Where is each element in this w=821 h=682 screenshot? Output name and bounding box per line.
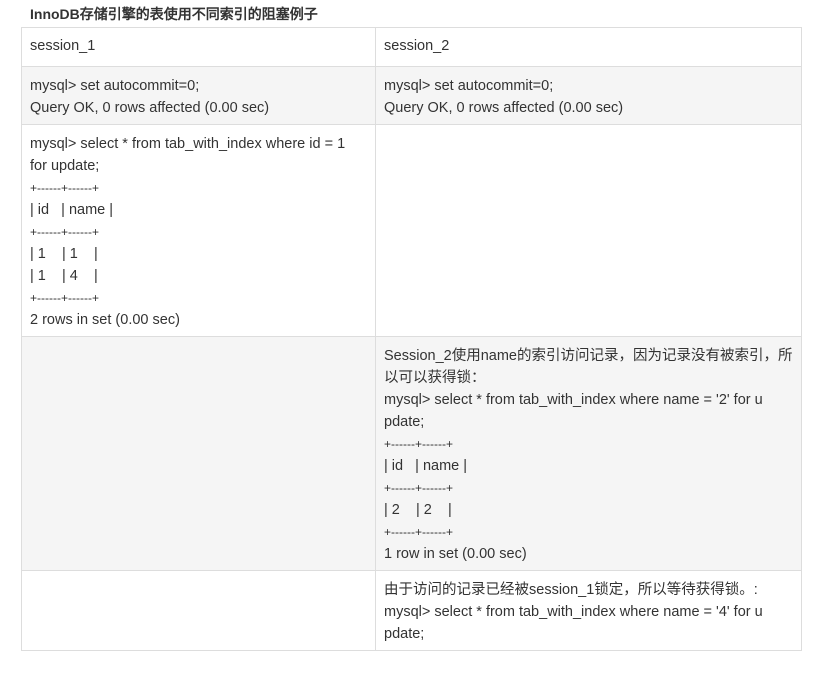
cell-line: | id | name | bbox=[384, 458, 468, 474]
cell-line: +------+------+ bbox=[384, 481, 453, 495]
cell-line: 由于访问的记录已经被session_1锁定，所以等待获得锁。: bbox=[384, 582, 758, 598]
table-cell-session-2 bbox=[375, 124, 802, 337]
cell-line: | 1 | 1 | bbox=[30, 246, 98, 262]
cell-line: Query OK, 0 rows affected (0.00 sec) bbox=[30, 100, 270, 116]
cell-line: mysql> select * from tab_with_index wher… bbox=[384, 392, 763, 408]
cell-line: pdate; bbox=[384, 414, 425, 430]
cell-line: for update; bbox=[30, 158, 100, 174]
table-header-row: session_1 session_2 bbox=[21, 27, 802, 67]
cell-line: +------+------+ bbox=[30, 225, 99, 239]
cell-line: mysql> select * from tab_with_index wher… bbox=[30, 136, 346, 152]
cell-line: 1 row in set (0.00 sec) bbox=[384, 546, 527, 562]
cell-line: +------+------+ bbox=[384, 437, 453, 451]
cell-line: | id | name | bbox=[30, 202, 114, 218]
cell-line: | 1 | 4 | bbox=[30, 268, 98, 284]
table-cell-session-2: mysql> set autocommit=0; Query OK, 0 rows… bbox=[375, 66, 802, 125]
table-row: mysql> select * from tab_with_index wher… bbox=[21, 124, 802, 337]
cell-line: +------+------+ bbox=[384, 525, 453, 539]
table-row: mysql> set autocommit=0; Query OK, 0 rows… bbox=[21, 66, 802, 125]
table-caption: InnoDB存储引擎的表使用不同索引的阻塞例子 bbox=[30, 6, 318, 22]
cell-line: 2 rows in set (0.00 sec) bbox=[30, 312, 180, 328]
cell-line: +------+------+ bbox=[30, 291, 99, 305]
cell-line: mysql> set autocommit=0; bbox=[384, 78, 554, 94]
header-session-1: session_1 bbox=[21, 27, 376, 67]
cell-line: 以可以获得锁： bbox=[384, 370, 486, 386]
cell-line: pdate; bbox=[384, 626, 425, 642]
cell-line: mysql> set autocommit=0; bbox=[30, 78, 200, 94]
cell-line: Query OK, 0 rows affected (0.00 sec) bbox=[384, 100, 624, 116]
table-cell-session-1 bbox=[21, 570, 376, 651]
session-comparison-table: session_1 session_2 mysql> set autocommi… bbox=[21, 27, 802, 651]
table-cell-session-2: 由于访问的记录已经被session_1锁定，所以等待获得锁。: mysql> se… bbox=[375, 570, 802, 651]
cell-line: Session_2使用name的索引访问记录，因为记录没有被索引，所 bbox=[384, 348, 793, 364]
cell-line: +------+------+ bbox=[30, 181, 99, 195]
table-cell-session-1: mysql> select * from tab_with_index wher… bbox=[21, 124, 376, 337]
table-cell-session-1 bbox=[21, 336, 376, 571]
table-row: 由于访问的记录已经被session_1锁定，所以等待获得锁。: mysql> se… bbox=[21, 570, 802, 651]
table-cell-session-1: mysql> set autocommit=0; Query OK, 0 rows… bbox=[21, 66, 376, 125]
cell-line: | 2 | 2 | bbox=[384, 502, 452, 518]
table-cell-session-2: Session_2使用name的索引访问记录，因为记录没有被索引，所 以可以获得锁… bbox=[375, 336, 802, 571]
header-session-2: session_2 bbox=[375, 27, 802, 67]
cell-line: mysql> select * from tab_with_index wher… bbox=[384, 604, 763, 620]
table-row: Session_2使用name的索引访问记录，因为记录没有被索引，所 以可以获得锁… bbox=[21, 336, 802, 571]
